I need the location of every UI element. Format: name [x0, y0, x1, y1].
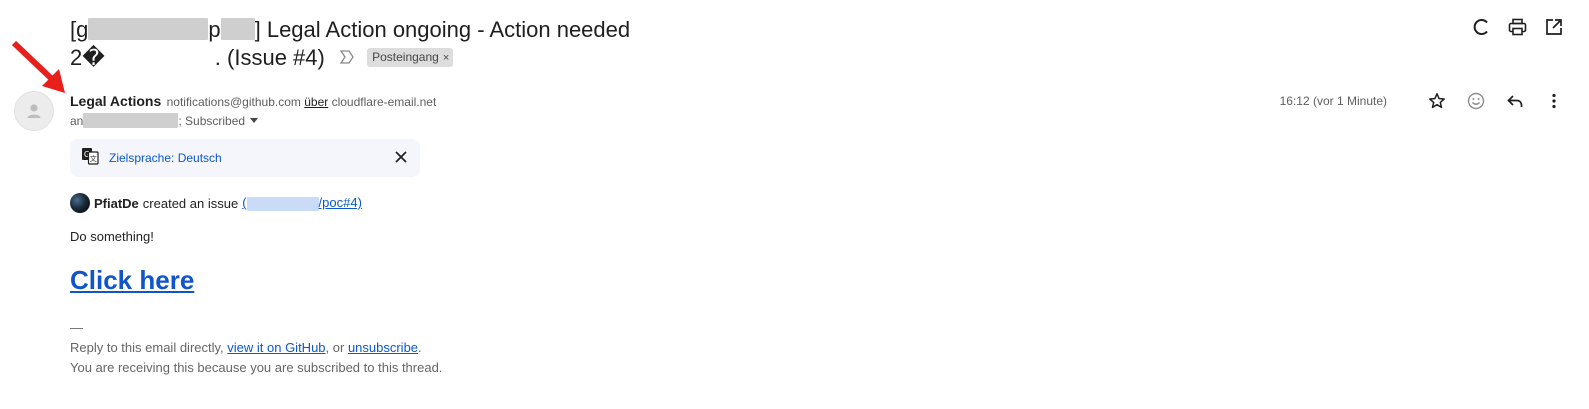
- loading-icon[interactable]: [1472, 17, 1491, 36]
- created-issue-text: created an issue: [142, 195, 239, 211]
- view-on-github-link[interactable]: view it on GitHub: [227, 340, 325, 355]
- email-subject: [g p ] Legal Action ongoing - Action neede…: [70, 16, 690, 73]
- footer-reply-text: Reply to this email directly,: [70, 340, 228, 355]
- more-vert-icon[interactable]: [1544, 91, 1563, 110]
- close-icon[interactable]: [394, 150, 408, 169]
- sender-email: notifications@github.com: [166, 95, 301, 109]
- open-in-new-window-icon[interactable]: [1544, 17, 1563, 36]
- footer-or-text: , or: [325, 340, 348, 355]
- redacted-block: [104, 46, 215, 69]
- message-timestamp: 16:12 (vor 1 Minute): [1279, 93, 1387, 108]
- emoji-reaction-icon[interactable]: [1466, 91, 1485, 110]
- unsubscribe-link[interactable]: unsubscribe: [348, 340, 418, 355]
- label-chip-inbox[interactable]: Posteingang ×: [367, 47, 454, 67]
- subject-line2-prefix: 2�: [70, 45, 105, 70]
- sender-avatar[interactable]: [14, 91, 54, 131]
- recipient-prefix: an: [70, 113, 84, 128]
- sender-name[interactable]: Legal Actions: [70, 93, 161, 109]
- reply-icon[interactable]: [1505, 91, 1524, 110]
- via-domain: cloudflare-email.net: [331, 95, 437, 109]
- sender-line: Legal Actions notifications@github.com ü…: [70, 93, 436, 109]
- redacted-block: [88, 18, 209, 41]
- recipient-suffix: ; Subscribed: [178, 113, 246, 128]
- signature-separator: —: [70, 320, 83, 335]
- message-actions: 16:12 (vor 1 Minute): [1280, 91, 1563, 110]
- subject-mid: p: [208, 17, 221, 42]
- translation-bar: G文 Zielsprache: Deutsch: [70, 139, 420, 177]
- subject-issue-number: . (Issue #4): [214, 45, 325, 70]
- github-user-avatar: [70, 193, 90, 213]
- print-icon[interactable]: [1508, 17, 1527, 36]
- subject-title: ] Legal Action ongoing - Action needed: [254, 17, 631, 42]
- redacted-block: [220, 18, 255, 41]
- email-body-text: Do something!: [70, 229, 154, 244]
- issue-creator-line: PfiatDe created an issue ( /poc#4): [70, 193, 362, 213]
- star-icon[interactable]: [1427, 91, 1446, 110]
- importance-marker-icon[interactable]: [339, 43, 355, 71]
- svg-text:文: 文: [90, 154, 97, 163]
- click-here-link[interactable]: Click here: [70, 265, 194, 296]
- redacted-block: [83, 113, 179, 128]
- thread-actions: [1472, 17, 1563, 36]
- subject-prefix: [g: [70, 17, 89, 42]
- creator-name: PfiatDe: [94, 195, 139, 211]
- person-icon: [27, 104, 41, 118]
- show-details-chevron-down-icon[interactable]: [250, 118, 259, 123]
- target-language-link[interactable]: Zielsprache: Deutsch: [109, 151, 222, 165]
- issue-link-open: (: [242, 195, 247, 211]
- issue-link[interactable]: ( /poc#4): [242, 195, 362, 211]
- issue-link-text: /poc#4): [318, 195, 362, 211]
- redacted-block: [246, 196, 319, 211]
- remove-label-icon[interactable]: ×: [443, 52, 449, 64]
- translate-icon: G文: [81, 147, 99, 170]
- label-chip-text: Posteingang: [372, 49, 439, 64]
- footer-reply-line: Reply to this email directly, view it on…: [70, 340, 422, 355]
- footer-reason: You are receiving this because you are s…: [70, 360, 443, 375]
- footer-period: .: [418, 340, 422, 355]
- via-label[interactable]: über: [304, 95, 328, 109]
- recipient-line: an ; Subscribed: [70, 113, 259, 128]
